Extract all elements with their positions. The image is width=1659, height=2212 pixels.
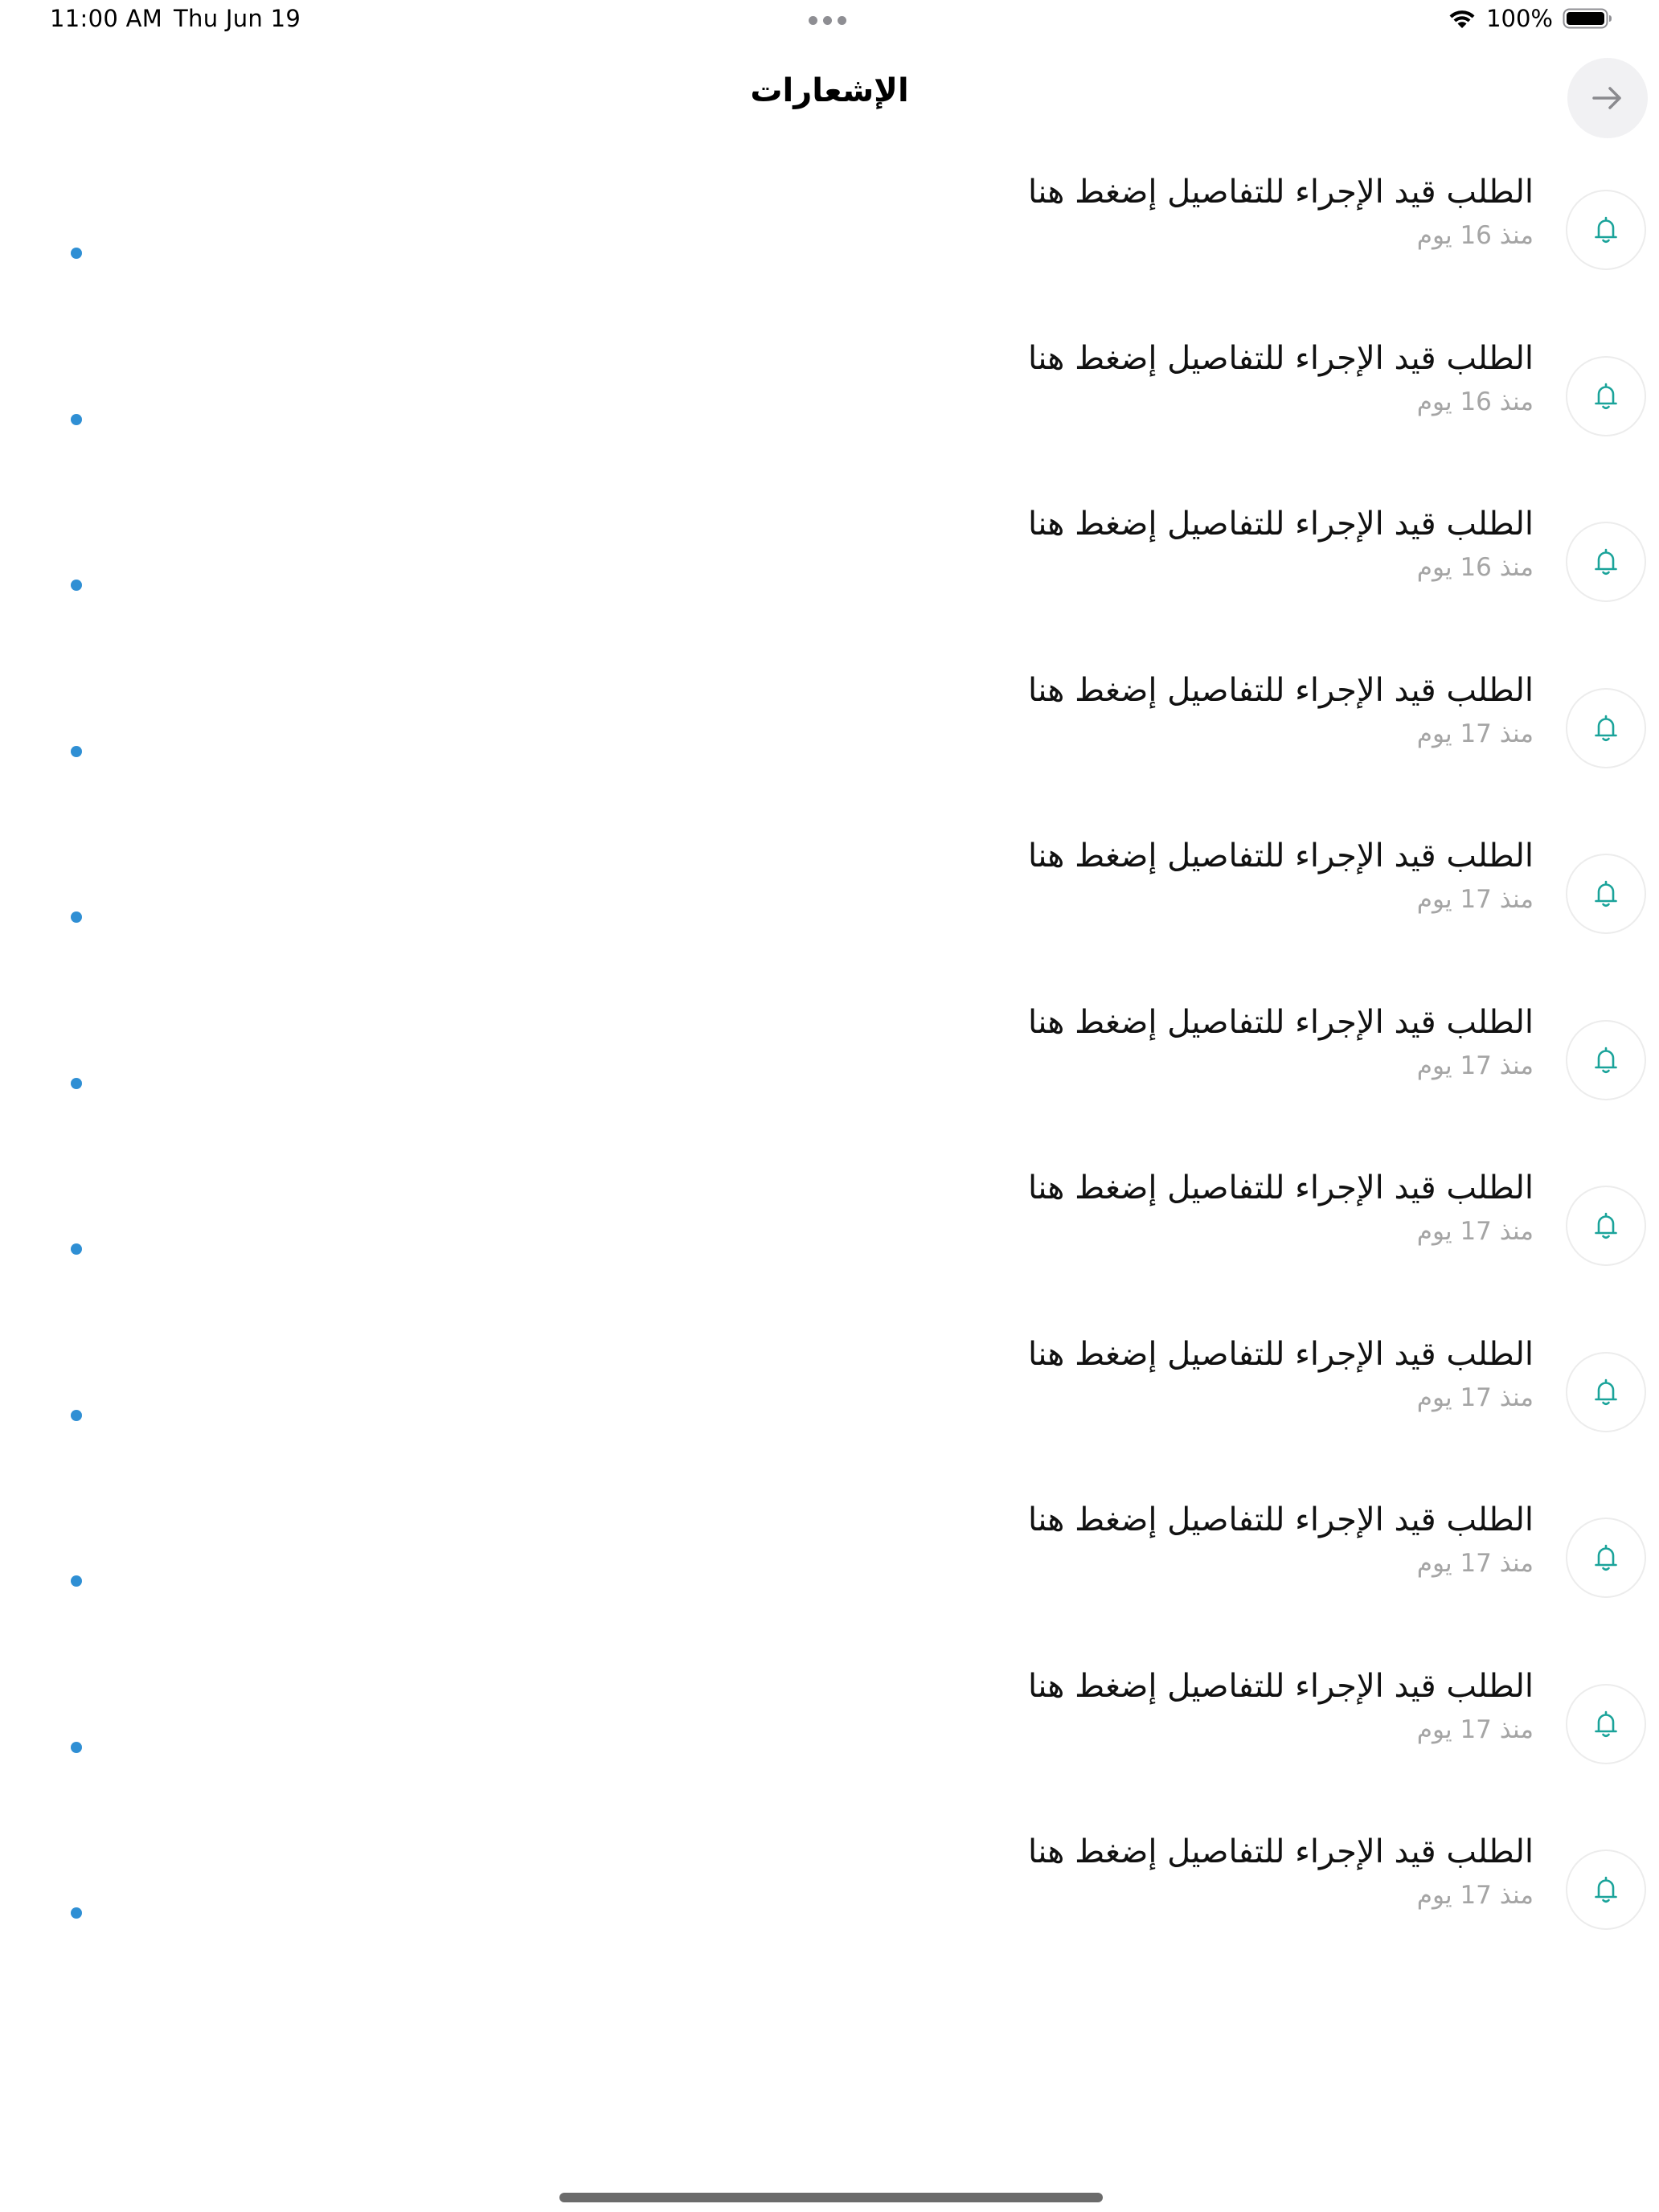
notification-text: الطلب قيد الإجراء للتفاصيل إضغط هنا منذ … [1028, 833, 1534, 918]
notification-time: منذ 17 يوم [1416, 885, 1534, 914]
bell-icon [1595, 1047, 1617, 1073]
notification-title: الطلب قيد الإجراء للتفاصيل إضغط هنا [1028, 339, 1534, 377]
status-time: 11:00 AM [50, 5, 163, 32]
notification-time: منذ 17 يوم [1416, 1881, 1534, 1910]
notification-item[interactable]: الطلب قيد الإجراء للتفاصيل إضغط هنا منذ … [0, 1141, 1659, 1307]
notification-time: منذ 17 يوم [1416, 1051, 1534, 1080]
notification-time: منذ 16 يوم [1416, 387, 1534, 416]
notification-icon-circle [1566, 1518, 1646, 1598]
bell-icon [1595, 216, 1617, 244]
notification-text: الطلب قيد الإجراء للتفاصيل إضغط هنا منذ … [1028, 667, 1534, 752]
notification-item[interactable]: الطلب قيد الإجراء للتفاصيل إضغط هنا منذ … [0, 1307, 1659, 1473]
arrow-right-icon [1592, 87, 1621, 109]
notification-title: الطلب قيد الإجراء للتفاصيل إضغط هنا [1028, 1667, 1534, 1705]
notification-title: الطلب قيد الإجراء للتفاصيل إضغط هنا [1028, 1335, 1534, 1373]
status-date: Thu Jun 19 [174, 5, 301, 32]
battery-icon [1563, 8, 1612, 29]
notification-icon-circle [1566, 522, 1646, 602]
notification-item[interactable]: الطلب قيد الإجراء للتفاصيل إضغط هنا منذ … [0, 145, 1659, 311]
notification-item[interactable]: الطلب قيد الإجراء للتفاصيل إضغط هنا منذ … [0, 1473, 1659, 1639]
back-button[interactable] [1567, 58, 1648, 138]
notification-time: منذ 17 يوم [1416, 1549, 1534, 1578]
notification-time: منذ 16 يوم [1416, 553, 1534, 582]
notification-item[interactable]: الطلب قيد الإجراء للتفاصيل إضغط هنا منذ … [0, 477, 1659, 643]
notification-icon-circle [1566, 1683, 1646, 1764]
notification-time: منذ 17 يوم [1416, 1217, 1534, 1246]
unread-dot [71, 745, 82, 757]
notification-icon-circle [1566, 190, 1646, 270]
notification-title: الطلب قيد الإجراء للتفاصيل إضغط هنا [1028, 1501, 1534, 1538]
wifi-icon [1449, 10, 1475, 28]
unread-dot [71, 1741, 82, 1753]
bell-icon [1595, 715, 1617, 741]
notification-item[interactable]: الطلب قيد الإجراء للتفاصيل إضغط هنا منذ … [0, 643, 1659, 809]
notification-item[interactable]: الطلب قيد الإجراء للتفاصيل إضغط هنا منذ … [0, 311, 1659, 477]
unread-dot [71, 413, 82, 425]
notification-item[interactable]: الطلب قيد الإجراء للتفاصيل إضغط هنا منذ … [0, 809, 1659, 975]
battery-percentage: 100% [1486, 5, 1553, 32]
notification-icon-circle [1566, 1351, 1646, 1432]
notification-item[interactable]: الطلب قيد الإجراء للتفاصيل إضغط هنا منذ … [0, 975, 1659, 1141]
notification-text: الطلب قيد الإجراء للتفاصيل إضغط هنا منذ … [1028, 169, 1534, 254]
notification-text: الطلب قيد الإجراء للتفاصيل إضغط هنا منذ … [1028, 1663, 1534, 1748]
notification-title: الطلب قيد الإجراء للتفاصيل إضغط هنا [1028, 838, 1534, 875]
bell-icon [1595, 548, 1617, 576]
notification-time: منذ 17 يوم [1416, 1714, 1534, 1744]
notification-title: الطلب قيد الإجراء للتفاصيل إضغط هنا [1028, 506, 1534, 543]
notification-icon-circle [1566, 1186, 1646, 1266]
notification-text: الطلب قيد الإجراء للتفاصيل إضغط هنا منذ … [1028, 1165, 1534, 1250]
bell-icon [1595, 1876, 1617, 1903]
bell-icon [1595, 1710, 1617, 1737]
unread-dot [71, 1409, 82, 1421]
bell-icon [1595, 880, 1617, 907]
notification-item[interactable]: الطلب قيد الإجراء للتفاصيل إضغط هنا منذ … [0, 1639, 1659, 1805]
notification-icon-circle [1566, 854, 1646, 934]
notification-text: الطلب قيد الإجراء للتفاصيل إضغط هنا منذ … [1028, 1497, 1534, 1582]
bell-icon [1595, 1378, 1617, 1405]
bell-icon [1595, 1544, 1617, 1571]
unread-dot [71, 1575, 82, 1587]
status-indicators: 100% [1448, 5, 1612, 32]
notification-title: الطلب قيد الإجراء للتفاصيل إضغط هنا [1028, 1833, 1534, 1870]
notification-text: الطلب قيد الإجراء للتفاصيل إضغط هنا منذ … [1028, 999, 1534, 1084]
unread-dot [71, 1077, 82, 1089]
notification-title: الطلب قيد الإجراء للتفاصيل إضغط هنا [1028, 1169, 1534, 1206]
home-indicator[interactable] [559, 2193, 1103, 2202]
notification-icon-circle [1566, 355, 1646, 436]
unread-dot [71, 1907, 82, 1919]
notification-time: منذ 17 يوم [1416, 719, 1534, 748]
notification-title: الطلب قيد الإجراء للتفاصيل إضغط هنا [1028, 671, 1534, 709]
notification-text: الطلب قيد الإجراء للتفاصيل إضغط هنا منذ … [1028, 501, 1534, 586]
notification-icon-circle [1566, 687, 1646, 768]
bell-icon [1595, 1212, 1617, 1239]
notification-time: منذ 16 يوم [1416, 221, 1534, 250]
page-title: الإشعارات [750, 72, 909, 109]
bell-icon [1595, 383, 1617, 409]
status-bar: 11:00 AM Thu Jun 19 100% [0, 0, 1659, 48]
notifications-screen: 11:00 AM Thu Jun 19 100% الإشعارات الطلب… [0, 0, 1659, 2212]
notification-text: الطلب قيد الإجراء للتفاصيل إضغط هنا منذ … [1028, 1331, 1534, 1416]
notification-time: منذ 17 يوم [1416, 1382, 1534, 1412]
notification-title: الطلب قيد الإجراء للتفاصيل إضغط هنا [1028, 174, 1534, 211]
unread-dot [71, 1243, 82, 1255]
notification-icon-circle [1566, 1019, 1646, 1100]
header: الإشعارات [0, 48, 1659, 145]
notification-icon-circle [1566, 1849, 1646, 1930]
unread-dot [71, 911, 82, 923]
notification-item[interactable]: الطلب قيد الإجراء للتفاصيل إضغط هنا منذ … [0, 1804, 1659, 1971]
unread-dot [71, 580, 82, 591]
notification-text: الطلب قيد الإجراء للتفاصيل إضغط هنا منذ … [1028, 335, 1534, 420]
multitasking-dots-icon[interactable] [809, 16, 846, 25]
notification-text: الطلب قيد الإجراء للتفاصيل إضغط هنا منذ … [1028, 1829, 1534, 1914]
notification-title: الطلب قيد الإجراء للتفاصيل إضغط هنا [1028, 1003, 1534, 1041]
unread-dot [71, 248, 82, 259]
notification-list: الطلب قيد الإجراء للتفاصيل إضغط هنا منذ … [0, 145, 1659, 1971]
